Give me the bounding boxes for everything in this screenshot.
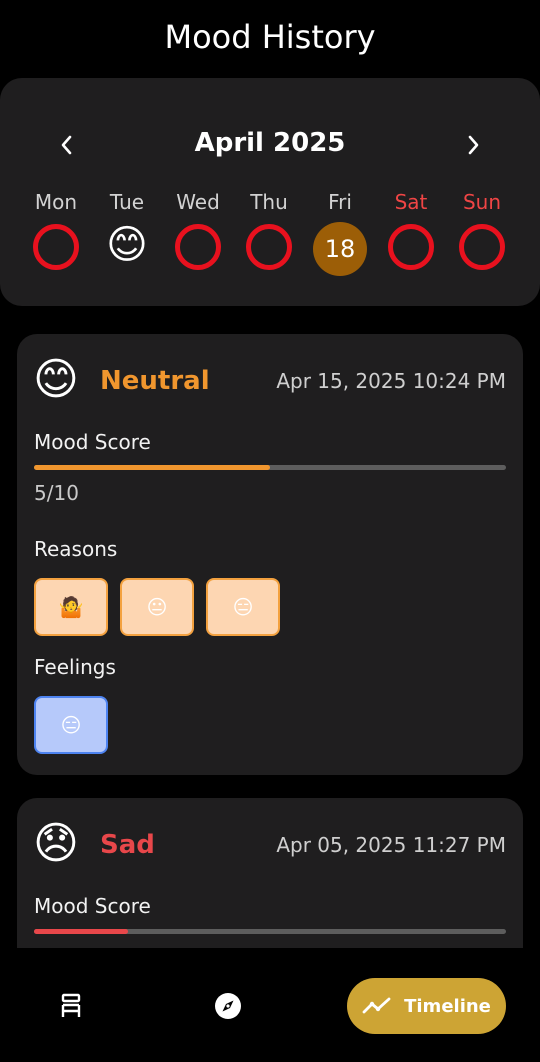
mood-score-fill <box>34 465 270 470</box>
today-date: 18 <box>313 222 367 276</box>
weekday-row: Mon Tue 😊 Wed Thu Fri 18 Sat Sun <box>20 190 520 280</box>
entry-datetime: Apr 15, 2025 10:24 PM <box>276 369 506 393</box>
mood-label: Sad <box>100 830 155 860</box>
reason-chip[interactable]: 😑 <box>206 578 280 636</box>
entries-list[interactable]: 😊 Neutral Apr 15, 2025 10:24 PM Mood Sco… <box>0 334 540 948</box>
page-title: Mood History <box>164 18 376 56</box>
trending-line-icon <box>362 997 391 1014</box>
reason-chip[interactable]: 😐 <box>120 578 194 636</box>
empty-day-ring <box>175 224 221 270</box>
next-month-button[interactable] <box>454 128 494 162</box>
day-mon[interactable]: Mon <box>20 190 92 270</box>
day-sun[interactable]: Sun <box>446 190 518 270</box>
timeline-label: Timeline <box>404 995 491 1017</box>
mood-emoji: 😊 <box>33 354 79 405</box>
mood-label: Neutral <box>100 366 210 396</box>
mood-score-bar <box>34 929 506 934</box>
mood-emoji: 😞 <box>33 818 79 869</box>
empty-day-ring <box>246 224 292 270</box>
chevron-left-icon <box>61 135 72 155</box>
day-label: Thu <box>250 190 288 214</box>
list-stack-icon <box>61 993 81 1017</box>
day-mood-emoji: 😊 <box>106 222 148 268</box>
reasons-label: Reasons <box>34 537 118 561</box>
empty-day-ring <box>33 224 79 270</box>
previous-month-button[interactable] <box>46 128 86 162</box>
empty-day-ring <box>388 224 434 270</box>
mood-entry-card[interactable]: 😞 Sad Apr 05, 2025 11:27 PM Mood Score <box>17 798 523 948</box>
feeling-chip[interactable]: 😑 <box>34 696 108 754</box>
feelings-label: Feelings <box>34 655 116 679</box>
day-fri[interactable]: Fri 18 <box>304 190 376 276</box>
day-label: Sat <box>394 190 428 214</box>
explore-nav-button[interactable] <box>213 991 243 1021</box>
mood-score-fill <box>34 929 129 934</box>
compass-icon <box>215 993 241 1019</box>
chevron-right-icon <box>468 135 479 155</box>
day-sat[interactable]: Sat <box>375 190 447 270</box>
day-wed[interactable]: Wed <box>162 190 234 270</box>
mood-score-bar <box>34 465 506 470</box>
day-label: Wed <box>176 190 220 214</box>
mood-score-value: 5/10 <box>34 481 79 505</box>
day-label: Tue <box>109 190 145 214</box>
bottom-navigation: Timeline <box>0 948 540 1062</box>
mood-score-label: Mood Score <box>34 894 151 918</box>
mood-score-label: Mood Score <box>34 430 151 454</box>
week-calendar: April 2025 Mon Tue 😊 Wed Thu Fri 18 Sat Sun <box>0 78 540 306</box>
day-thu[interactable]: Thu <box>233 190 305 270</box>
mood-entry-card[interactable]: 😊 Neutral Apr 15, 2025 10:24 PM Mood Sco… <box>17 334 523 775</box>
day-label: Sun <box>462 190 502 214</box>
entry-datetime: Apr 05, 2025 11:27 PM <box>276 833 506 857</box>
timeline-nav-button[interactable]: Timeline <box>347 978 506 1034</box>
day-tue[interactable]: Tue 😊 <box>91 190 163 268</box>
reason-chip[interactable]: 🤷 <box>34 578 108 636</box>
day-label: Mon <box>34 190 78 214</box>
empty-day-ring <box>459 224 505 270</box>
calendar-header: April 2025 <box>0 120 540 168</box>
day-label: Fri <box>328 190 352 214</box>
history-nav-button[interactable] <box>56 991 86 1021</box>
